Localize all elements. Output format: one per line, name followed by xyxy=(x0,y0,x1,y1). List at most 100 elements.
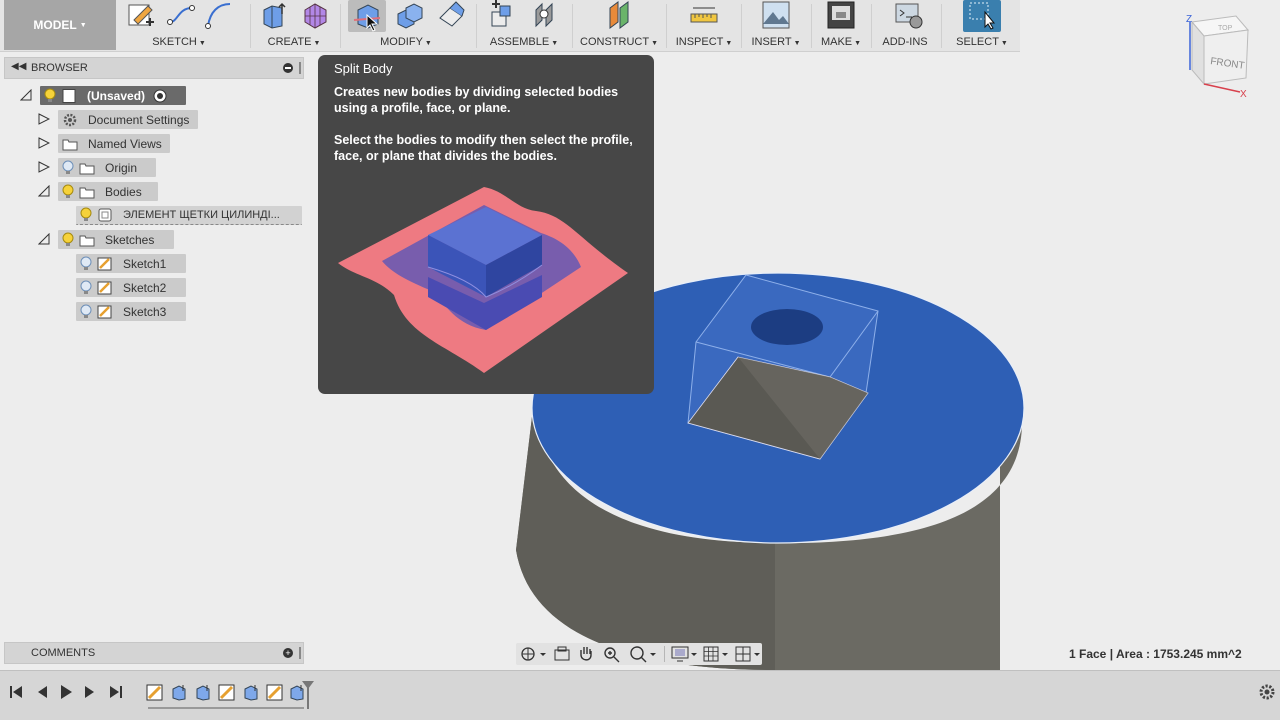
tree-node-bodies[interactable]: Bodies xyxy=(58,182,158,201)
tree-node-body1[interactable]: ЭЛЕМЕНТ ЩЕТКИ ЦИЛИНДІ... xyxy=(76,206,302,225)
fit-zoom-icon[interactable] xyxy=(628,645,658,663)
insert-menu[interactable]: INSERT ▼ xyxy=(745,36,807,48)
form-icon[interactable] xyxy=(300,0,330,30)
minimize-panel-icon[interactable] xyxy=(283,63,293,73)
spline-icon[interactable] xyxy=(204,0,234,30)
zoom-icon[interactable] xyxy=(602,645,622,663)
assemble-menu[interactable]: ASSEMBLE ▼ xyxy=(480,36,568,48)
mouse-cursor-icon xyxy=(366,14,379,32)
navigation-bar xyxy=(516,643,762,665)
activate-radio-icon[interactable] xyxy=(153,89,167,103)
tree-row-sketch1: Sketch1 xyxy=(0,252,300,274)
tree-node-named-views[interactable]: Named Views xyxy=(58,134,170,153)
collapsed-triangle-icon[interactable] xyxy=(38,113,50,125)
expanded-triangle-icon[interactable] xyxy=(38,233,50,245)
inspect-menu[interactable]: INSPECT ▼ xyxy=(670,36,738,48)
gear-icon xyxy=(63,113,77,126)
press-pull-icon[interactable] xyxy=(436,0,466,30)
hidden-bulb-icon[interactable] xyxy=(61,160,75,176)
new-component-icon[interactable] xyxy=(486,0,516,30)
tree-node-origin[interactable]: Origin xyxy=(58,158,156,177)
panel-grip-icon[interactable] xyxy=(299,62,301,74)
tree-node-document-settings[interactable]: Document Settings xyxy=(58,110,198,129)
grid-settings-icon[interactable] xyxy=(702,645,730,663)
sketch-group: SKETCH ▼ xyxy=(122,0,236,52)
extrude-icon[interactable] xyxy=(258,0,288,30)
visibility-bulb-icon[interactable] xyxy=(43,88,57,104)
hidden-bulb-icon[interactable] xyxy=(79,304,93,320)
timeline-marker-icon[interactable] xyxy=(300,679,316,709)
tree-node-root[interactable]: (Unsaved) xyxy=(40,86,186,105)
expanded-triangle-icon[interactable] xyxy=(20,89,32,101)
selection-status: 1 Face | Area : 1753.245 mm^2 xyxy=(1069,647,1242,661)
folder-icon xyxy=(79,163,95,174)
select-icon[interactable] xyxy=(967,0,997,30)
go-to-end-icon[interactable] xyxy=(108,684,124,700)
insert-image-icon[interactable] xyxy=(761,0,791,30)
make-menu[interactable]: MAKE ▼ xyxy=(815,36,867,48)
folder-icon xyxy=(62,139,78,150)
hole[interactable] xyxy=(751,309,823,345)
joint-icon[interactable] xyxy=(530,0,560,30)
add-comment-icon[interactable]: + xyxy=(283,648,293,658)
create-menu[interactable]: CREATE ▼ xyxy=(254,36,334,48)
combine-icon[interactable] xyxy=(394,0,424,30)
tooltip-description: Creates new bodies by dividing selected … xyxy=(334,85,619,115)
timeline-settings-gear-icon[interactable] xyxy=(1258,683,1276,701)
look-at-icon[interactable] xyxy=(552,645,572,663)
workspace-switcher[interactable]: MODEL ▼ xyxy=(4,0,116,50)
hidden-bulb-icon[interactable] xyxy=(79,256,93,272)
go-to-start-icon[interactable] xyxy=(8,684,24,700)
assemble-group: ASSEMBLE ▼ xyxy=(480,0,568,52)
sketch-menu[interactable]: SKETCH ▼ xyxy=(122,36,236,48)
create-sketch-icon[interactable] xyxy=(126,0,156,30)
step-forward-icon[interactable] xyxy=(82,684,98,700)
viewcube[interactable]: TOP FRONT Z X xyxy=(1170,8,1260,100)
play-icon[interactable] xyxy=(58,684,74,700)
timeline-sketch-icon[interactable] xyxy=(266,683,284,701)
tree-node-sketch3[interactable]: Sketch3 xyxy=(76,302,186,321)
tree-row-body1: ЭЛЕМЕНТ ЩЕТКИ ЦИЛИНДІ... xyxy=(0,204,304,226)
select-menu[interactable]: SELECT ▼ xyxy=(945,36,1019,48)
tree-node-sketches[interactable]: Sketches xyxy=(58,230,174,249)
line-icon[interactable] xyxy=(166,0,196,30)
timeline-sketch-icon[interactable] xyxy=(146,683,164,701)
collapse-panel-icon[interactable]: ◀◀ xyxy=(11,61,26,72)
sketch-icon xyxy=(97,257,112,270)
body-icon xyxy=(98,208,112,222)
timeline-extrude-icon[interactable] xyxy=(194,683,212,701)
display-settings-icon[interactable] xyxy=(670,645,698,663)
browser-header[interactable]: ◀◀ BROWSER xyxy=(4,57,304,79)
visibility-bulb-icon[interactable] xyxy=(61,184,75,200)
tree-node-sketch2[interactable]: Sketch2 xyxy=(76,278,186,297)
timeline-sketch-icon[interactable] xyxy=(218,683,236,701)
timeline-extrude-icon[interactable] xyxy=(242,683,260,701)
3d-print-icon[interactable] xyxy=(826,0,856,30)
collapsed-triangle-icon[interactable] xyxy=(38,161,50,173)
panel-grip-icon[interactable] xyxy=(299,647,301,659)
inspect-group: INSPECT ▼ xyxy=(670,0,738,52)
step-back-icon[interactable] xyxy=(34,684,50,700)
collapsed-triangle-icon[interactable] xyxy=(38,137,50,149)
expanded-triangle-icon[interactable] xyxy=(38,185,50,197)
timeline-track[interactable] xyxy=(148,707,304,709)
modify-menu[interactable]: MODIFY ▼ xyxy=(344,36,468,48)
z-axis-label: Z xyxy=(1186,14,1192,25)
construct-menu[interactable]: CONSTRUCT ▼ xyxy=(576,36,662,48)
addins-menu[interactable]: ADD-INS xyxy=(875,36,935,48)
viewports-icon[interactable] xyxy=(734,645,762,663)
hidden-bulb-icon[interactable] xyxy=(79,280,93,296)
tree-node-sketch1[interactable]: Sketch1 xyxy=(76,254,186,273)
measure-icon[interactable] xyxy=(689,0,719,30)
orbit-icon[interactable] xyxy=(518,645,546,663)
offset-plane-icon[interactable] xyxy=(604,0,634,30)
modify-group: MODIFY ▼ xyxy=(344,0,468,52)
pan-hand-icon[interactable] xyxy=(576,645,596,663)
scripts-icon[interactable] xyxy=(894,0,924,30)
timeline-extrude-icon[interactable] xyxy=(170,683,188,701)
visibility-bulb-icon[interactable] xyxy=(79,207,93,223)
x-axis-line xyxy=(1203,83,1241,93)
visibility-bulb-icon[interactable] xyxy=(61,232,75,248)
comments-header[interactable]: COMMENTS + xyxy=(4,642,304,664)
tree-label-sketch1: Sketch1 xyxy=(123,256,167,271)
